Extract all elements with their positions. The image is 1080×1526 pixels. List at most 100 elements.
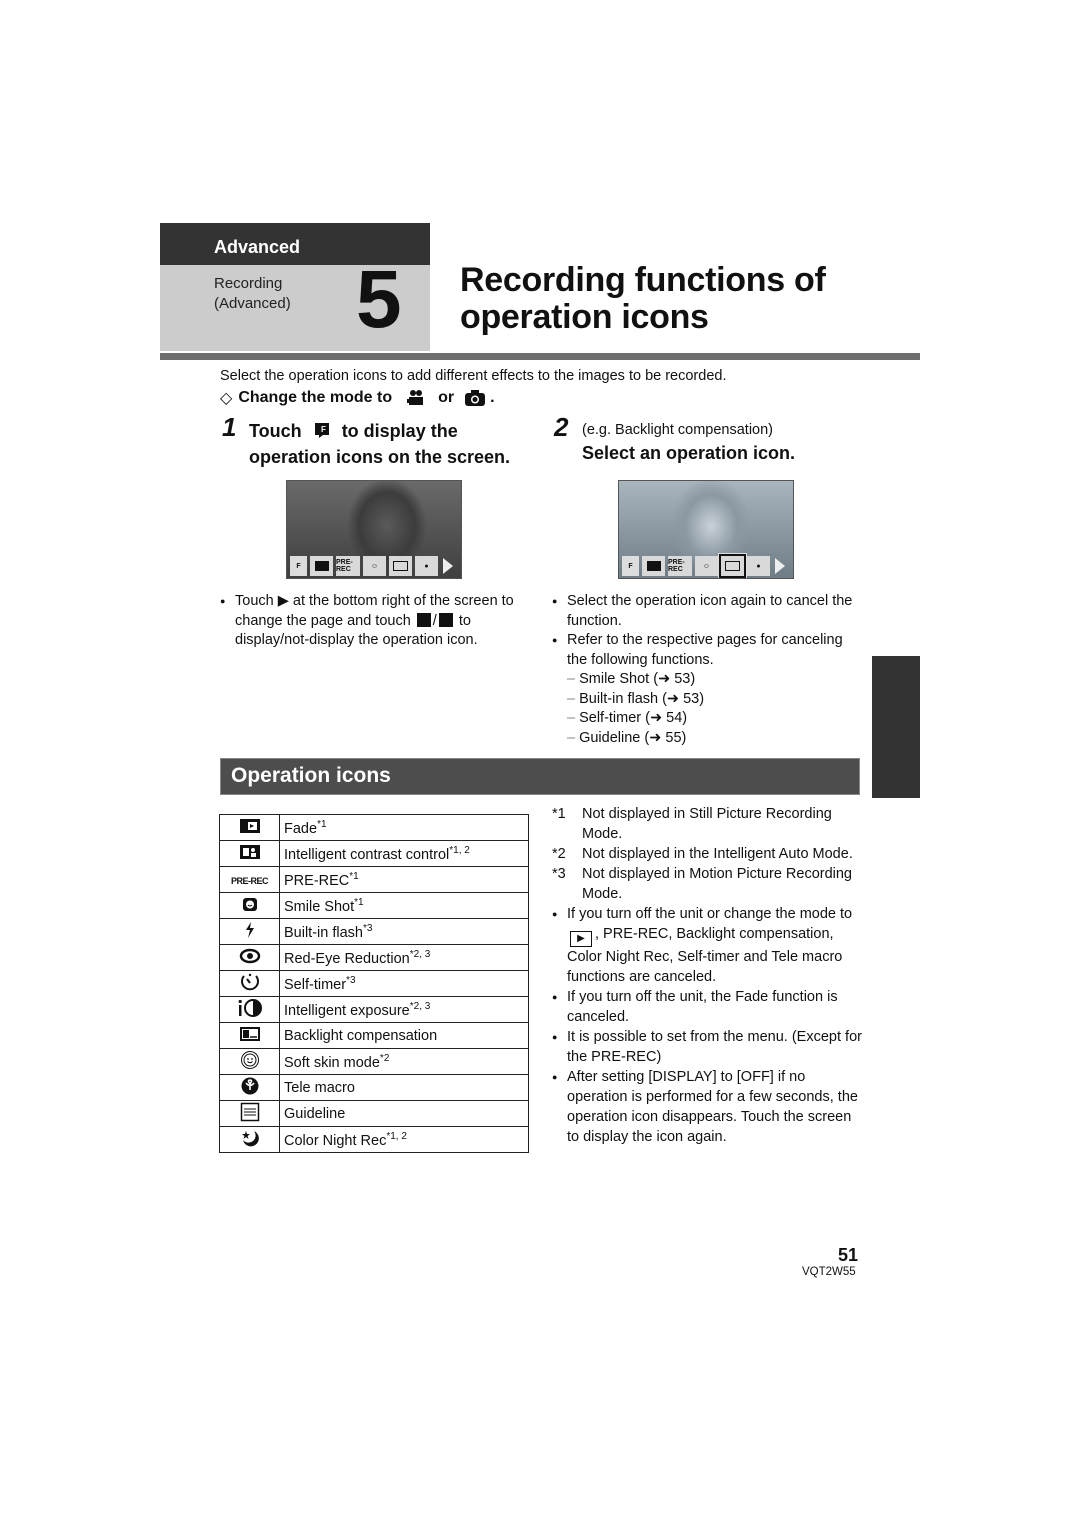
step-1-notes: Touch ▶ at the bottom right of the scree… bbox=[220, 592, 530, 651]
footnote-ref: *2 bbox=[379, 1052, 390, 1064]
step-2-number: 2 bbox=[554, 412, 569, 442]
icon-label: Tele macro bbox=[284, 1079, 355, 1096]
tele-macro-icon[interactable]: ● bbox=[747, 556, 770, 576]
footnote-ref: *1 bbox=[354, 896, 364, 908]
note-item: Touch ▶ at the bottom right of the scree… bbox=[220, 592, 530, 651]
step-1-instruction: Touch F to display the operation icons o… bbox=[249, 419, 510, 469]
step-2-example: (e.g. Backlight compensation) bbox=[582, 422, 774, 438]
icon-label: Color Night Rec bbox=[284, 1132, 387, 1149]
table-row: Color Night Rec*1, 2 bbox=[219, 1126, 529, 1153]
backlight-icon[interactable] bbox=[389, 556, 412, 576]
icon-label-cell: Intelligent exposure*2, 3 bbox=[279, 996, 529, 1023]
icon-label: Intelligent exposure bbox=[284, 1002, 410, 1019]
section-header: Operation icons bbox=[220, 758, 860, 795]
footnote-ref: *2, 3 bbox=[409, 948, 431, 960]
step-1-line-2: operation icons on the screen. bbox=[249, 447, 511, 467]
title-line-2: operation icons bbox=[460, 298, 709, 336]
subcategory-line-2: (Advanced) bbox=[214, 295, 291, 312]
subcategory-panel: Recording (Advanced) 5 bbox=[160, 259, 430, 351]
smile-shot-icon[interactable]: ☺ bbox=[695, 556, 718, 576]
next-page-icon[interactable] bbox=[775, 558, 785, 574]
icon-label: Intelligent contrast control bbox=[284, 846, 450, 863]
icon-label-cell: Smile Shot*1 bbox=[279, 892, 529, 919]
footnote-ref: *3 bbox=[346, 974, 356, 986]
icon-label-cell: Guideline bbox=[279, 1100, 529, 1127]
subcategory-label: Recording (Advanced) bbox=[214, 274, 291, 314]
header-divider bbox=[160, 353, 920, 360]
icon-label-cell: Red-Eye Reduction*2, 3 bbox=[279, 944, 529, 971]
footnote-ref: *1, 2 bbox=[449, 844, 470, 856]
table-row: PRE-REC PRE-REC*1 bbox=[219, 866, 529, 893]
title-line-1: Recording functions of bbox=[460, 261, 826, 299]
f-toggle-icon[interactable]: F bbox=[290, 556, 307, 576]
icon-label: PRE-REC bbox=[284, 872, 350, 889]
color-night-icon bbox=[219, 1126, 280, 1153]
tele-macro-icon[interactable]: ● bbox=[415, 556, 438, 576]
icon-label-cell: Self-timer*3 bbox=[279, 970, 529, 997]
icon-label-cell: Intelligent contrast control*1, 2 bbox=[279, 840, 529, 867]
note-item: After setting [DISPLAY] to [OFF] if no o… bbox=[552, 1067, 862, 1147]
category-label: Advanced bbox=[214, 237, 301, 257]
icon-label-cell: Soft skin mode*2 bbox=[279, 1048, 529, 1075]
next-page-icon[interactable] bbox=[443, 558, 453, 574]
icon-label: Self-timer bbox=[284, 976, 347, 993]
smile-shot-icon[interactable]: ☺ bbox=[363, 556, 386, 576]
table-row: Smile Shot*1 bbox=[219, 892, 529, 919]
chapter-number: 5 bbox=[356, 254, 402, 345]
icon-label-cell: Tele macro bbox=[279, 1074, 529, 1101]
step-2-instruction: Select an operation icon. bbox=[582, 443, 796, 463]
page-title: Recording functions of operation icons bbox=[460, 262, 826, 336]
footnote-ref: *1 bbox=[349, 870, 359, 882]
guideline-icon bbox=[219, 1100, 280, 1127]
mode-period: . bbox=[490, 389, 495, 406]
operation-hide-icon bbox=[438, 612, 453, 627]
note-item: It is possible to set from the menu. (Ex… bbox=[552, 1027, 862, 1067]
table-row: Tele macro bbox=[219, 1074, 529, 1101]
operation-icons-table: Fade*1 Intelligent contrast control*1, 2P… bbox=[219, 814, 529, 1153]
icon-label: Guideline bbox=[284, 1105, 346, 1122]
reference-item: Guideline (➜ 55) bbox=[552, 729, 862, 749]
smile-shot-icon bbox=[219, 892, 280, 919]
diamond-icon: ◇ bbox=[220, 390, 233, 407]
self-timer-icon bbox=[219, 970, 280, 997]
pre-rec-icon: PRE-REC bbox=[219, 866, 280, 893]
footnote-key: *2 bbox=[552, 846, 566, 862]
step-1-display: to display the bbox=[341, 421, 458, 441]
footnote-ref: *2, 3 bbox=[409, 1000, 431, 1012]
chapter-side-tab bbox=[872, 656, 920, 798]
table-row: Intelligent contrast control*1, 2 bbox=[219, 840, 529, 867]
f-toggle-icon[interactable]: F bbox=[622, 556, 639, 576]
icon-label-cell: Backlight compensation bbox=[279, 1022, 529, 1049]
fade-icon[interactable] bbox=[642, 556, 665, 576]
operation-toggle-icon: F bbox=[313, 421, 331, 445]
step-1-touch: Touch bbox=[249, 421, 302, 441]
svg-text:F: F bbox=[321, 425, 326, 434]
footnote-text: Not displayed in the Intelligent Auto Mo… bbox=[582, 846, 853, 862]
screen-example-1: F PRE-REC ☺ ● bbox=[286, 480, 462, 579]
footnote: *3 Not displayed in Motion Picture Record… bbox=[552, 864, 862, 904]
mode-instruction: ◇ Change the mode to or . bbox=[220, 388, 495, 408]
pre-rec-icon[interactable]: PRE-REC bbox=[668, 556, 692, 576]
footnote-ref: *1, 2 bbox=[386, 1130, 407, 1142]
table-row: Intelligent exposure*2, 3 bbox=[219, 996, 529, 1023]
note-text: Touch ▶ at the bottom right of the scree… bbox=[235, 593, 514, 629]
icon-label: Soft skin mode bbox=[284, 1054, 380, 1071]
icon-label: Smile Shot bbox=[284, 898, 355, 915]
tele-macro-icon bbox=[219, 1074, 280, 1101]
table-row: Backlight compensation bbox=[219, 1022, 529, 1049]
mode-text: Change the mode to bbox=[238, 389, 393, 406]
reference-item: Built-in flash (➜ 53) bbox=[552, 690, 862, 710]
footnote-text: Not displayed in Motion Picture Recordin… bbox=[582, 866, 852, 902]
table-row: Guideline bbox=[219, 1100, 529, 1127]
or-text: or bbox=[438, 389, 455, 406]
screen-icon-bar: F PRE-REC ☺ ● bbox=[619, 554, 793, 578]
icon-label-cell: PRE-REC*1 bbox=[279, 866, 529, 893]
backlight-icon bbox=[219, 1022, 280, 1049]
backlight-icon-selected[interactable] bbox=[719, 554, 746, 578]
screen-example-2: F PRE-REC ☺ ● bbox=[618, 480, 794, 579]
fade-icon[interactable] bbox=[310, 556, 333, 576]
note-item: If you turn off the unit or change the m… bbox=[552, 904, 862, 987]
pre-rec-icon[interactable]: PRE-REC bbox=[336, 556, 360, 576]
note-item: If you turn off the unit, the Fade funct… bbox=[552, 987, 862, 1027]
motion-picture-icon bbox=[406, 389, 426, 407]
